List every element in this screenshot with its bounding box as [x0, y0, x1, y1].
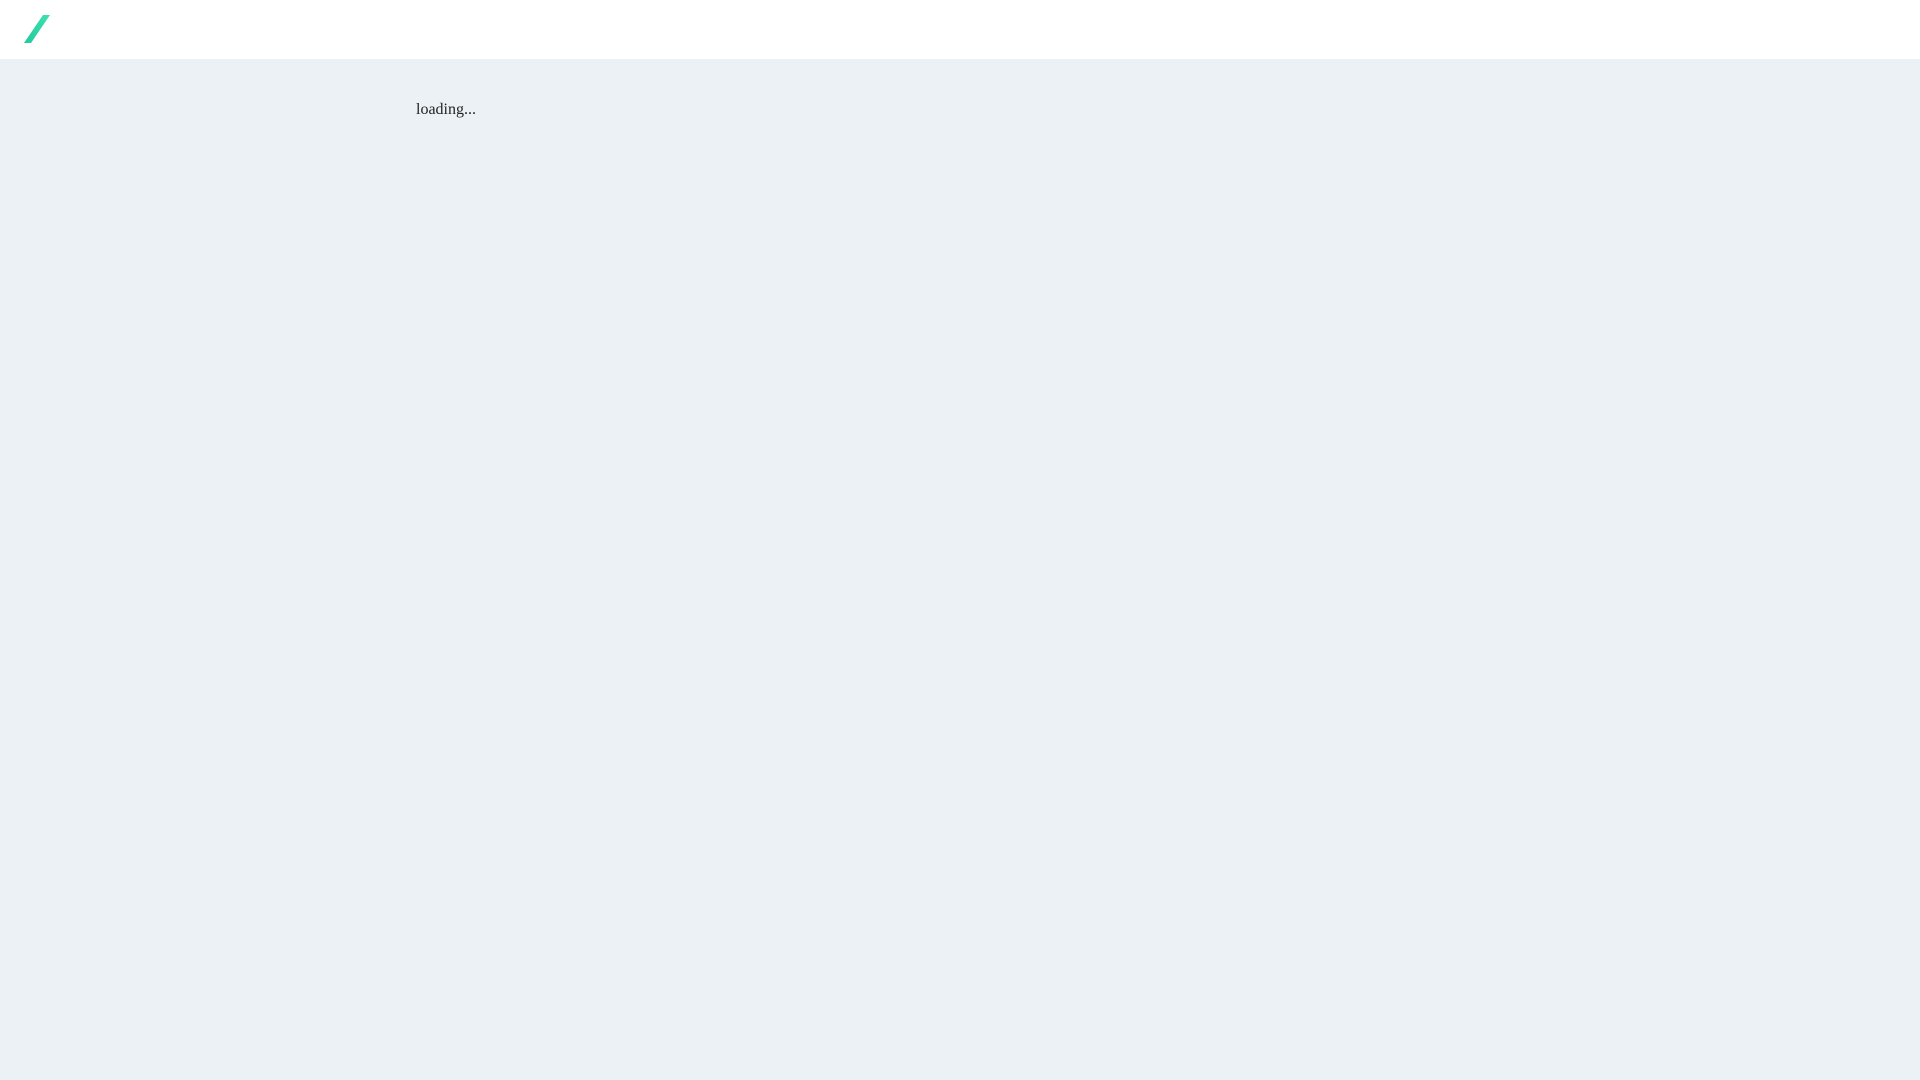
loading-indicator-text: loading...: [416, 101, 476, 118]
top-bar: [0, 0, 1920, 59]
main-content: loading...: [0, 59, 1920, 1080]
slash-logo-icon: [24, 15, 50, 43]
logo-home-link[interactable]: [22, 14, 52, 44]
